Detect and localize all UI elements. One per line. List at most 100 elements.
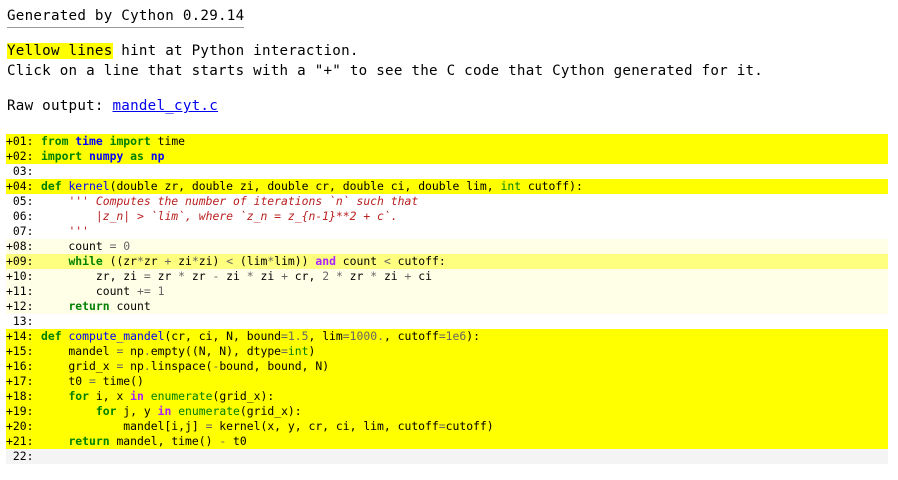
code-token: def (41, 329, 62, 343)
code-token: = (342, 329, 350, 343)
code-token: = (281, 329, 288, 343)
code-line[interactable]: +02: import numpy as np (6, 149, 888, 164)
code-token: return (68, 434, 110, 448)
line-number: +01: (6, 134, 34, 148)
code-line[interactable]: +08: count = 0 (6, 239, 888, 254)
code-token: time (75, 134, 103, 148)
code-token: lim)) (274, 254, 316, 268)
code-token: (grid_x): (212, 389, 275, 403)
code-token: numpy (89, 149, 124, 163)
code-token: . (143, 359, 151, 373)
code-token: ): (466, 329, 480, 343)
code-token: ci (411, 269, 432, 283)
line-number: +09: (6, 254, 34, 268)
code-token: in (157, 404, 172, 418)
code-token: for (68, 389, 90, 403)
code-token: = (438, 329, 446, 343)
code-line[interactable]: +20: mandel[i,j] = kernel(x, y, cr, ci, … (6, 419, 888, 434)
intro-text: Yellow lines hint at Python interaction.… (7, 41, 763, 81)
line-number: +02: (6, 149, 34, 163)
yellow-lines-highlight: Yellow lines (7, 43, 113, 59)
code-token: int (500, 179, 522, 193)
code-line: 22: (6, 449, 888, 464)
code-token: compute_mandel (68, 329, 165, 343)
code-token: while (68, 254, 103, 268)
code-token: j, y (116, 404, 158, 418)
line-number: +11: (6, 284, 34, 298)
code-token: count (41, 239, 110, 253)
code-token: count (109, 299, 151, 313)
code-line[interactable]: +18: for i, x in enumerate(grid_x): (6, 389, 888, 404)
code-token: cutoff): (521, 179, 583, 193)
line-number: 07: (6, 224, 34, 238)
code-token: zr (143, 254, 165, 268)
code-token: = (89, 374, 96, 388)
code-token: zi (253, 269, 282, 283)
intro-instructions: Click on a line that starts with a "+" t… (7, 63, 764, 79)
code-line: 05: ''' Computes the number of iteration… (6, 194, 888, 209)
code-token: and (315, 254, 336, 268)
code-token: def (41, 179, 62, 193)
line-number: +10: (6, 269, 34, 283)
code-token: np (123, 359, 144, 373)
code-line: 03: (6, 164, 888, 179)
code-line: 06: |z_n| > `lim`, where `z_n = z_{n-1}*… (6, 209, 888, 224)
line-number: +12: (6, 299, 34, 313)
code-token: import (41, 149, 83, 163)
code-token: 1000. (349, 329, 384, 343)
code-token: 0 (123, 239, 131, 253)
code-line[interactable]: +19: for j, y in enumerate(grid_x): (6, 404, 888, 419)
code-token: zi (219, 269, 247, 283)
code-line[interactable]: +16: grid_x = np.linspace(-bound, bound,… (6, 359, 888, 374)
code-line[interactable]: +10: zr, zi = zr * zr - zi * zi + cr, 2 … (6, 269, 888, 284)
code-token: * (191, 254, 199, 268)
code-token: import (109, 134, 151, 148)
page-title: Generated by Cython 0.29.14 (7, 6, 245, 28)
code-token: ''' (68, 224, 90, 238)
code-token: zr (185, 269, 213, 283)
code-token: 1 (157, 284, 165, 298)
code-token: += (137, 284, 151, 298)
line-number: +20: (6, 419, 34, 433)
code-token: ((zr (102, 254, 138, 268)
code-line[interactable]: +21: return mandel, time() - t0 (6, 434, 888, 449)
code-token: (lim (233, 254, 268, 268)
code-listing: +01: from time import time +02: import nump… (6, 134, 888, 464)
code-token: * (137, 254, 144, 268)
code-token: np (123, 344, 144, 358)
code-line[interactable]: +04: def kernel(double zr, double zi, dou… (6, 179, 888, 194)
code-token: ) (308, 344, 316, 358)
code-token: mandel (41, 344, 117, 358)
code-line[interactable]: +15: mandel = np.empty((N, N), dtype=int… (6, 344, 888, 359)
line-number: +21: (6, 434, 34, 448)
code-line[interactable]: +09: while ((zr*zr + zi*zi) < (lim*lim))… (6, 254, 888, 269)
code-line[interactable]: +17: t0 = time() (6, 374, 888, 389)
raw-output-label: Raw output: (7, 98, 113, 114)
code-token: t0 (41, 374, 90, 388)
code-line[interactable]: +12: return count (6, 299, 888, 314)
raw-output-link[interactable]: mandel_cyt.c (113, 98, 219, 114)
code-token: in (130, 389, 144, 403)
code-line[interactable]: +01: from time import time (6, 134, 888, 149)
code-token: zr (150, 269, 179, 283)
code-line[interactable]: +14: def compute_mandel(cr, ci, N, bound=… (6, 329, 888, 344)
code-token: cr, (287, 269, 323, 283)
code-token: (cr, ci, N, bound (164, 329, 282, 343)
code-token: kernel(x, y, cr, ci, lim, cutoff (212, 419, 439, 433)
code-line[interactable]: +11: count += 1 (6, 284, 888, 299)
code-token: . (143, 344, 151, 358)
line-number: +14: (6, 329, 34, 343)
line-number: +08: (6, 239, 34, 253)
code-token: mandel, time() (109, 434, 220, 448)
line-number: 13: (6, 314, 34, 328)
intro-hint-text: hint at Python interaction. (112, 43, 359, 59)
code-token: cutoff: (390, 254, 446, 268)
